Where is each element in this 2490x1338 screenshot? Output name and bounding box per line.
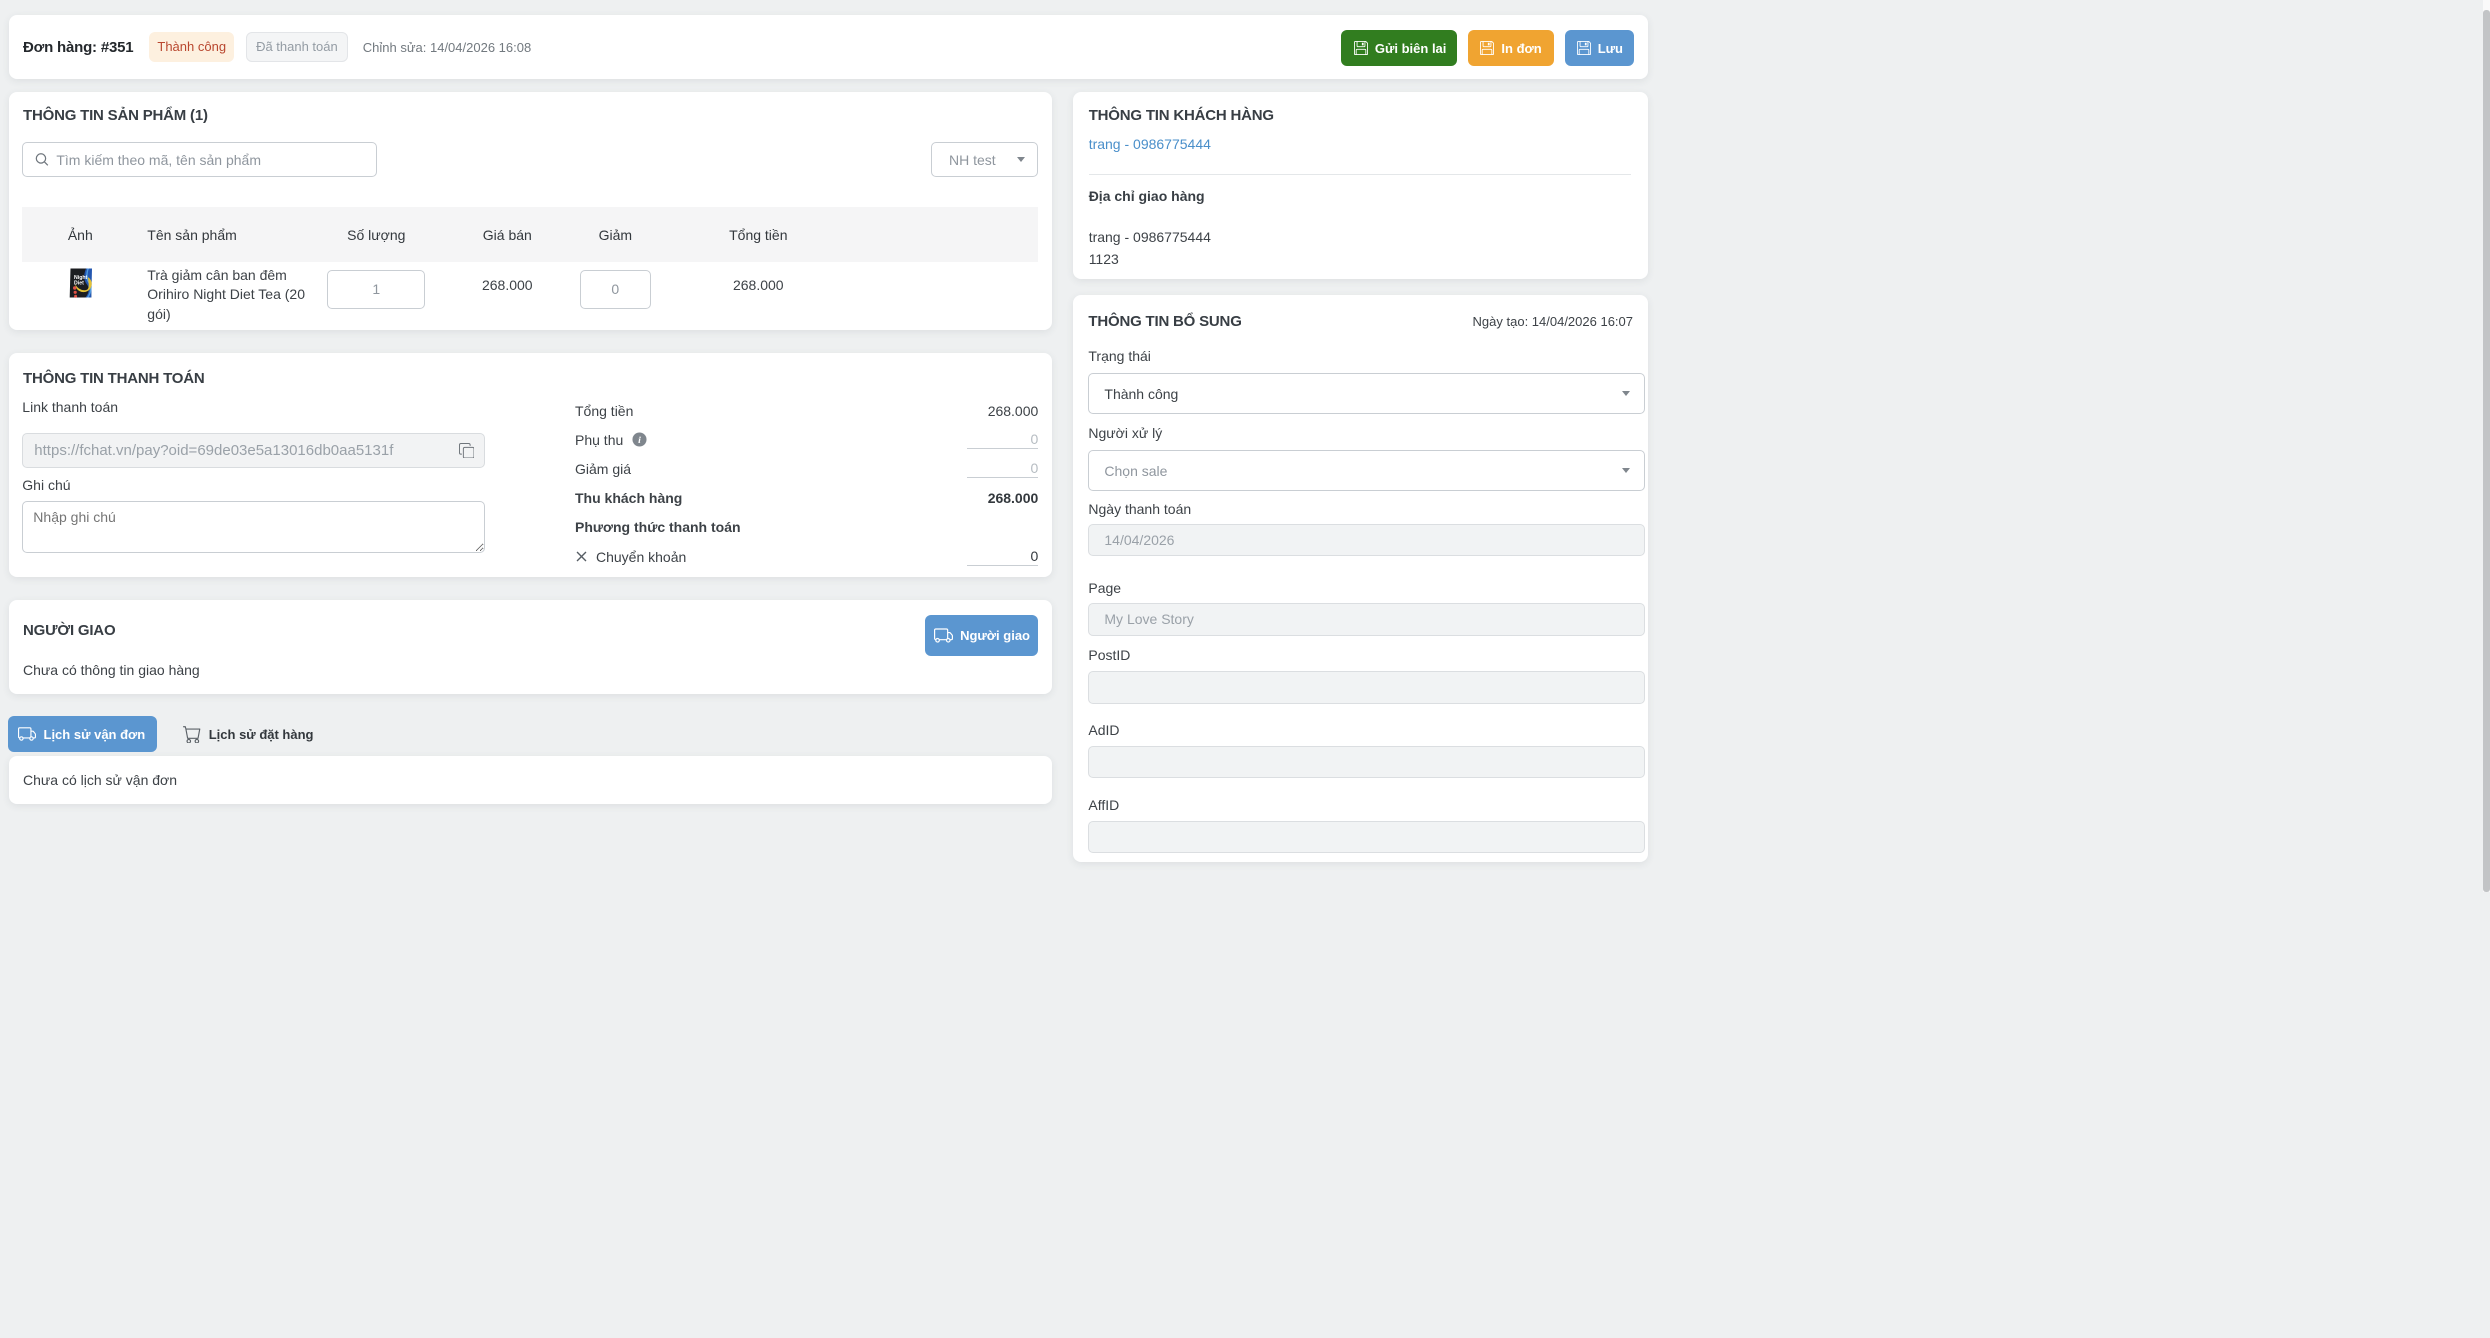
svg-text:Diet: Diet <box>74 280 84 286</box>
svg-text:i: i <box>638 435 641 446</box>
